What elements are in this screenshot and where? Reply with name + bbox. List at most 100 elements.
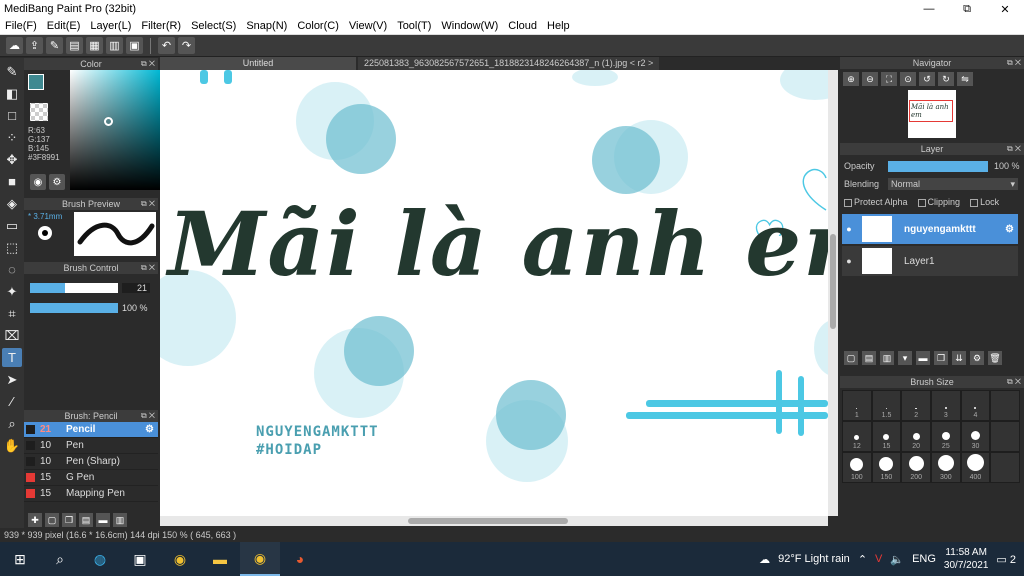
menu-filter[interactable]: Filter(R)	[136, 20, 186, 32]
fit-window-icon[interactable]: ⛶	[881, 72, 897, 86]
tab-untitled[interactable]: Untitled	[160, 57, 356, 70]
brush-tool-icon[interactable]: ✎	[2, 62, 22, 81]
layer-blending-select[interactable]: Normal	[888, 178, 1018, 190]
magic-wand-tool-icon[interactable]: ✦	[2, 282, 22, 301]
brush-size-cell[interactable]: 20	[901, 421, 931, 452]
canvas-vertical-scrollbar[interactable]	[828, 70, 838, 516]
new-brush-icon[interactable]: ▢	[45, 513, 59, 527]
panel-close-icon[interactable]: ⧉ ✕	[1007, 57, 1021, 69]
gradient-tool-icon[interactable]: ▭	[2, 216, 22, 235]
edge-browser-icon[interactable]: ◍	[80, 542, 120, 576]
brush-size-cell[interactable]	[990, 390, 1020, 421]
brush-size-cell[interactable]: 200	[901, 452, 931, 483]
brush-item[interactable]: 21 Pencil ⚙	[24, 422, 158, 438]
file-explorer-icon[interactable]: ▬	[200, 542, 240, 576]
brush-opacity-slider[interactable]	[30, 303, 118, 313]
brush-size-cell[interactable]	[990, 452, 1020, 483]
menu-layer[interactable]: Layer(L)	[85, 20, 136, 32]
zoom-out-icon[interactable]: ⊖	[862, 72, 878, 86]
zoom-actual-icon[interactable]: ⊙	[900, 72, 916, 86]
language-indicator[interactable]: ENG	[912, 553, 936, 565]
panel-close-icon[interactable]: ⧉ ✕	[141, 262, 155, 274]
brush-size-cell[interactable]: 300	[930, 452, 961, 483]
rotate-left-icon[interactable]: ↺	[919, 72, 935, 86]
layer-visibility-icon[interactable]: ●	[842, 256, 856, 266]
select-eraser-tool-icon[interactable]: ⌧	[2, 326, 22, 345]
operation-tool-icon[interactable]: ➤	[2, 370, 22, 389]
duplicate-layer-icon[interactable]: ❐	[934, 351, 948, 365]
panel-close-icon[interactable]: ⧉ ✕	[141, 58, 155, 70]
layer-row[interactable]: ● nguyengamkttt ⚙	[842, 214, 1018, 244]
store-icon[interactable]: ▣	[120, 542, 160, 576]
chrome-running-icon[interactable]: ◉	[240, 542, 280, 576]
new-halftone-layer-icon[interactable]: ▤	[862, 351, 876, 365]
minimize-button[interactable]: —	[910, 0, 948, 18]
menu-color[interactable]: Color(C)	[292, 20, 344, 32]
tray-chevron-icon[interactable]: ⌃	[858, 553, 867, 566]
lock-checkbox[interactable]: Lock	[970, 197, 999, 207]
brush-size-cell[interactable]: 3	[930, 390, 961, 421]
add-brush-icon[interactable]: ✚	[28, 513, 42, 527]
layer-opacity-slider[interactable]	[888, 160, 988, 172]
notification-icon[interactable]: ▭ 2	[996, 553, 1016, 566]
menu-window[interactable]: Window(W)	[436, 20, 503, 32]
divide-tool-icon[interactable]: ⁄	[2, 392, 22, 411]
layer-settings-gear-icon[interactable]: ⚙	[1005, 224, 1018, 235]
layer-settings-icon[interactable]: ⚙	[970, 351, 984, 365]
delete-brush-icon[interactable]: ▥	[113, 513, 127, 527]
brush-size-cell[interactable]: 1.5	[871, 390, 902, 421]
document-icon[interactable]: ▦	[86, 37, 103, 54]
menu-cloud[interactable]: Cloud	[503, 20, 542, 32]
panel-close-icon[interactable]: ⧉ ✕	[141, 198, 155, 210]
brush-settings-icon[interactable]: ▤	[79, 513, 93, 527]
menu-tool[interactable]: Tool(T)	[392, 20, 436, 32]
horizontal-scroll-thumb[interactable]	[408, 518, 568, 524]
brush-item[interactable]: 15 G Pen	[24, 470, 158, 486]
menu-view[interactable]: View(V)	[344, 20, 392, 32]
brush-size-cell[interactable]: 15	[871, 421, 902, 452]
brush-size-cell[interactable]: 30	[960, 421, 991, 452]
panels-icon[interactable]: ▣	[126, 37, 143, 54]
search-icon[interactable]: ⌕	[40, 542, 80, 576]
drawing-canvas[interactable]: Mãi là anh em NGUYENGAMKTTT #HOIDAP	[160, 70, 828, 516]
fill-rect-tool-icon[interactable]: ■	[2, 172, 22, 191]
cloud-icon[interactable]: ☁	[6, 37, 23, 54]
antivirus-icon[interactable]: V	[875, 553, 882, 565]
select-pen-tool-icon[interactable]: ⌗	[2, 304, 22, 323]
menu-edit[interactable]: Edit(E)	[42, 20, 86, 32]
brush-size-cell[interactable]: 400	[960, 452, 991, 483]
layer-visibility-icon[interactable]: ●	[842, 224, 856, 234]
brush-size-cell[interactable]: 12	[842, 421, 872, 452]
new-8bit-layer-icon[interactable]: ▥	[880, 351, 894, 365]
medibang-icon[interactable]: ◕	[280, 542, 320, 576]
brush-size-cell[interactable]: 4	[960, 390, 991, 421]
canvas-horizontal-scrollbar[interactable]	[160, 516, 828, 526]
add-layer-dropdown-icon[interactable]: ▾	[898, 351, 912, 365]
brush-item[interactable]: 10 Pen	[24, 438, 158, 454]
brush-folder-icon[interactable]: ▬	[96, 513, 110, 527]
close-button[interactable]: ✕	[986, 0, 1024, 18]
foreground-color-swatch[interactable]	[28, 74, 44, 90]
system-clock[interactable]: 11:58 AM 30/7/2021	[944, 546, 989, 572]
palette-icon[interactable]: ◉	[30, 174, 46, 190]
brush-size-cell[interactable]	[990, 421, 1020, 452]
comment-icon[interactable]: ✎	[46, 37, 63, 54]
brush-size-cell[interactable]: 25	[930, 421, 961, 452]
brush-size-cell[interactable]: 2	[901, 390, 931, 421]
hand-tool-icon[interactable]: ✋	[2, 436, 22, 455]
text-tool-icon[interactable]: T	[2, 348, 22, 367]
brush-size-slider[interactable]	[30, 283, 118, 293]
message-icon[interactable]: ▤	[66, 37, 83, 54]
panel-close-icon[interactable]: ⧉ ✕	[141, 410, 155, 422]
merge-layer-icon[interactable]: ⇊	[952, 351, 966, 365]
rotate-right-icon[interactable]: ↻	[938, 72, 954, 86]
zoom-in-icon[interactable]: ⊕	[843, 72, 859, 86]
eraser-tool-icon[interactable]: ◧	[2, 84, 22, 103]
tab-image-file[interactable]: 225081383_963082567572651_18188231482462…	[358, 57, 660, 70]
menu-snap[interactable]: Snap(N)	[241, 20, 292, 32]
volume-icon[interactable]: 🔈	[890, 553, 904, 566]
menu-select[interactable]: Select(S)	[186, 20, 241, 32]
weather-text[interactable]: 92°F Light rain	[778, 553, 850, 565]
copy-brush-icon[interactable]: ❐	[62, 513, 76, 527]
brush-item[interactable]: 10 Pen (Sharp)	[24, 454, 158, 470]
